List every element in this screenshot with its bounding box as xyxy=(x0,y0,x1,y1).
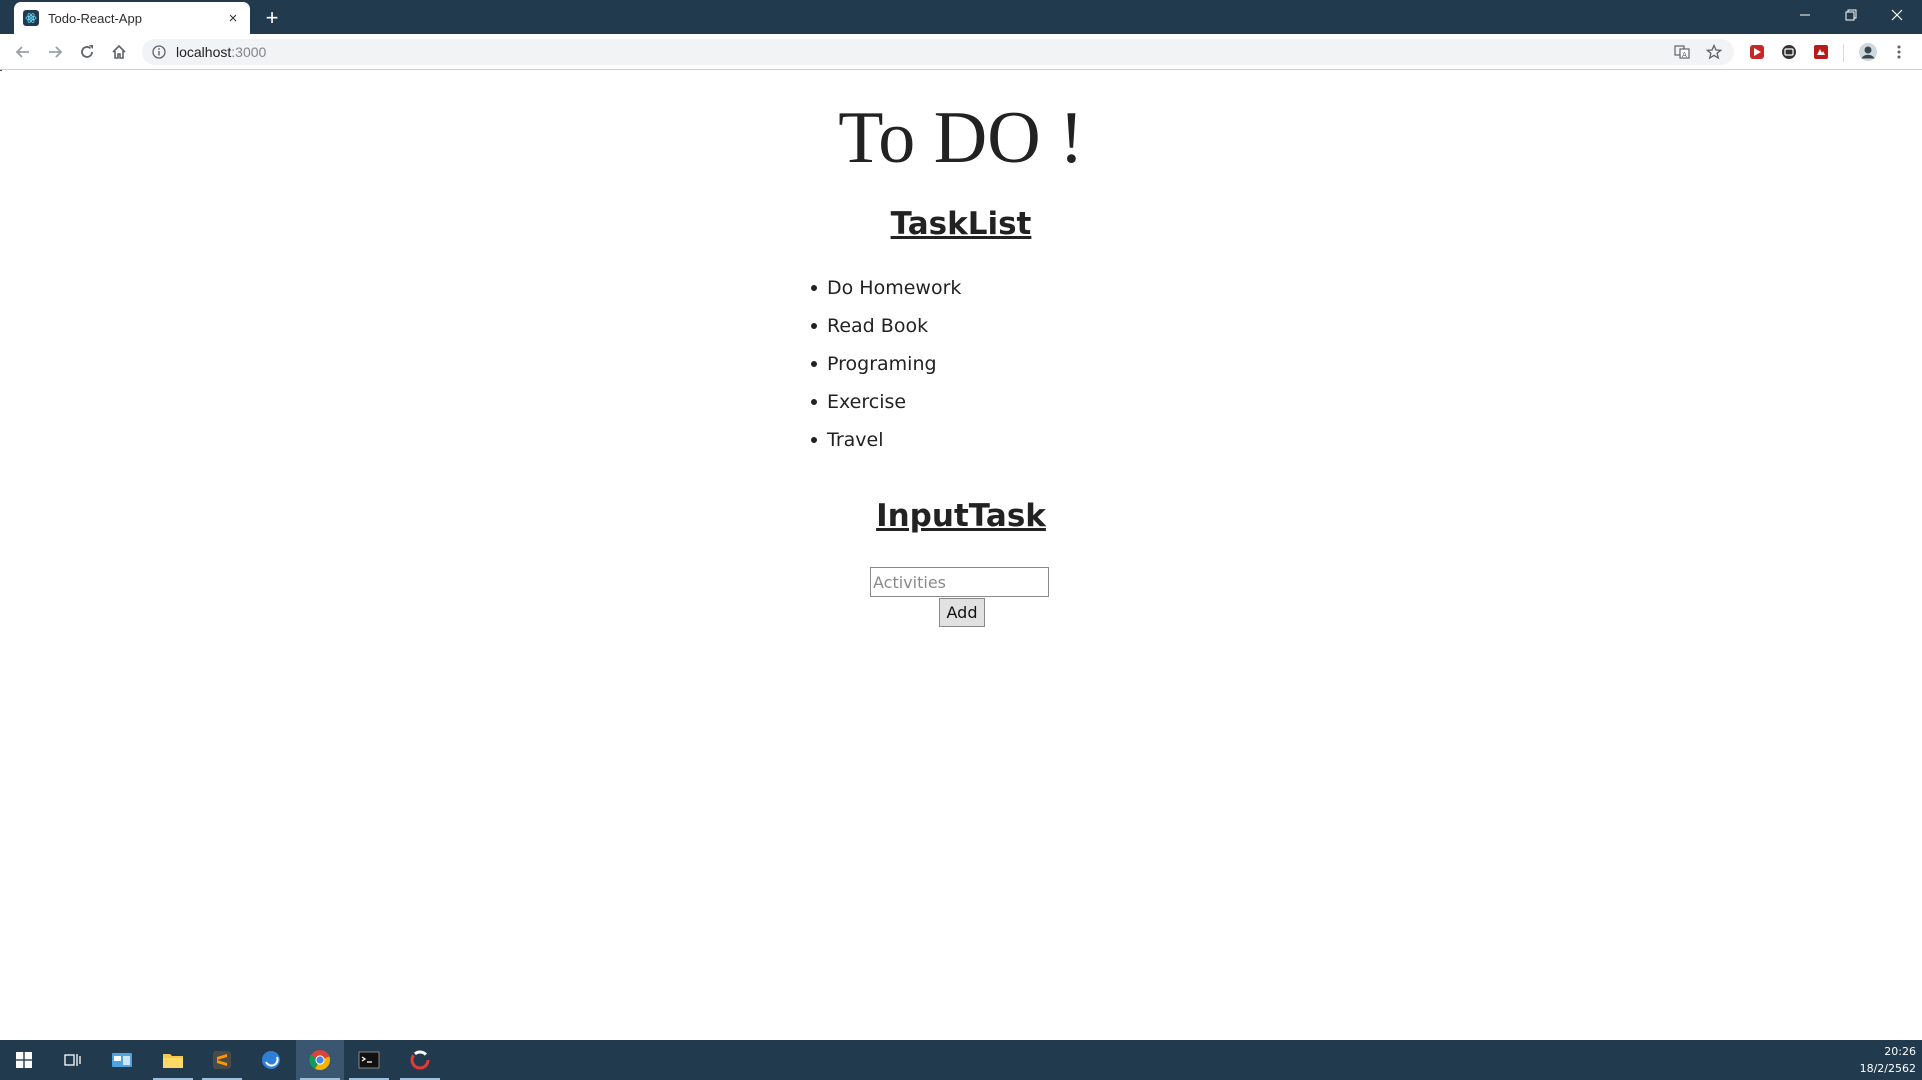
windows-start-icon[interactable] xyxy=(0,1040,48,1080)
file-explorer-icon[interactable] xyxy=(149,1040,197,1080)
app-icon[interactable] xyxy=(247,1040,295,1080)
profile-avatar-icon[interactable] xyxy=(1858,42,1878,62)
task-item: Programing xyxy=(811,345,961,383)
star-icon[interactable] xyxy=(1704,44,1724,60)
task-list: Do Homework Read Book Programing Exercis… xyxy=(811,269,962,459)
translate-icon[interactable]: A xyxy=(1672,44,1692,60)
url-port: :3000 xyxy=(231,44,267,60)
restore-button[interactable] xyxy=(1828,0,1874,30)
tasklist-heading: TaskList xyxy=(890,206,1032,242)
new-tab-button[interactable]: + xyxy=(258,5,286,31)
bullet-icon xyxy=(811,361,817,367)
task-label: Do Homework xyxy=(827,277,962,299)
back-icon[interactable] xyxy=(10,39,36,65)
tab-close-icon[interactable]: × xyxy=(224,9,242,27)
menu-icon[interactable] xyxy=(1890,43,1908,61)
task-label: Exercise xyxy=(827,391,907,413)
activities-input[interactable] xyxy=(870,567,1049,597)
chrome-icon[interactable] xyxy=(296,1040,344,1080)
sublime-icon[interactable] xyxy=(198,1040,246,1080)
task-label: Travel xyxy=(827,429,884,451)
address-bar[interactable]: localhost:3000 A xyxy=(142,39,1734,65)
bullet-icon xyxy=(811,437,817,443)
task-view-icon[interactable] xyxy=(49,1040,97,1080)
bullet-icon xyxy=(811,285,817,291)
screen: Todo-React-App × + localhost:3000 A To D… xyxy=(0,0,1922,1080)
home-icon[interactable] xyxy=(106,39,132,65)
info-icon[interactable] xyxy=(152,45,166,59)
browser-tab[interactable]: Todo-React-App × xyxy=(14,2,250,34)
clock-time: 20:26 xyxy=(1884,1045,1916,1058)
add-button[interactable]: Add xyxy=(939,598,985,627)
page-title: To DO ! xyxy=(838,97,1084,179)
tab-title: Todo-React-App xyxy=(48,10,142,26)
browser-toolbar: localhost:3000 A xyxy=(0,34,1922,70)
terminal-icon[interactable] xyxy=(345,1040,393,1080)
task-item: Travel xyxy=(811,421,961,459)
react-favicon-icon xyxy=(23,10,39,26)
taskbar: 20:26 18/2/2562 xyxy=(0,1040,1922,1080)
task-item: Read Book xyxy=(811,307,961,345)
url-host: localhost xyxy=(176,44,232,60)
extension-icon[interactable] xyxy=(1748,43,1766,61)
extension-icon[interactable] xyxy=(1780,43,1798,61)
page-content: To DO ! TaskList Do Homework Read Book P… xyxy=(0,71,1922,1040)
inputtask-heading: InputTask xyxy=(876,498,1046,534)
task-label: Programing xyxy=(827,353,937,375)
window-manager-icon[interactable] xyxy=(98,1040,146,1080)
app-icon[interactable] xyxy=(396,1040,444,1080)
bullet-icon xyxy=(811,323,817,329)
url-text: localhost:3000 xyxy=(176,44,266,60)
bullet-icon xyxy=(811,399,817,405)
close-window-button[interactable] xyxy=(1874,0,1920,30)
task-label: Read Book xyxy=(827,315,929,337)
task-item: Exercise xyxy=(811,383,961,421)
extension-icon[interactable] xyxy=(1812,43,1830,61)
browser-tabstrip: Todo-React-App × + xyxy=(0,0,1922,34)
clock-date: 18/2/2562 xyxy=(1859,1062,1916,1075)
svg-text:A: A xyxy=(1682,51,1687,59)
reload-icon[interactable] xyxy=(74,39,100,65)
system-clock[interactable]: 20:26 18/2/2562 xyxy=(1860,1043,1916,1077)
toolbar-divider xyxy=(1843,44,1844,62)
task-item: Do Homework xyxy=(811,269,962,307)
forward-icon[interactable] xyxy=(42,39,68,65)
minimize-button[interactable] xyxy=(1782,0,1828,30)
